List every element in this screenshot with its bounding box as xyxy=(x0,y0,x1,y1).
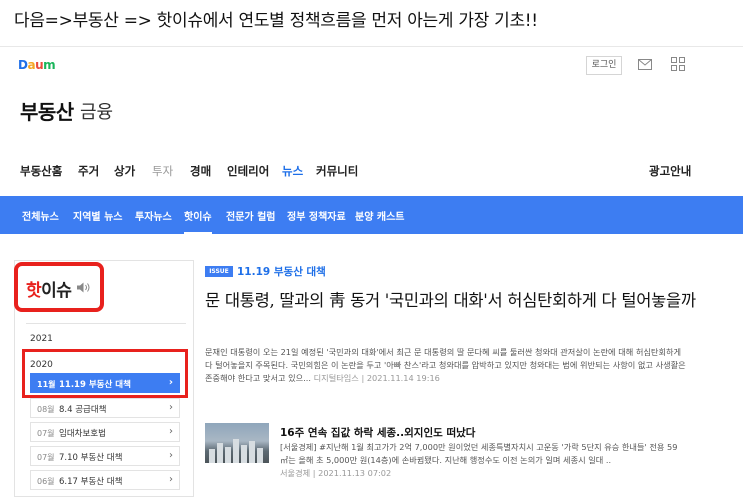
sub-article-date: 2021.11.13 07:02 xyxy=(318,468,392,478)
subnav-government-policy[interactable]: 정부 정책자료 xyxy=(287,208,346,223)
subnav-investment-news[interactable]: 투자뉴스 xyxy=(135,208,172,223)
subnav-hot-issue[interactable]: 핫이슈 xyxy=(184,208,212,234)
sub-article-title[interactable]: 16주 연속 집값 하락 세종..외지인도 떠났다 xyxy=(280,425,475,440)
article-thumbnail[interactable] xyxy=(205,423,269,463)
mail-icon[interactable] xyxy=(638,59,652,70)
article-source: 디지털타임스 xyxy=(313,373,359,383)
article-date: 2021.11.14 19:16 xyxy=(366,373,440,383)
issue-item-617[interactable]: 06월 6.17 부동산 대책 › xyxy=(30,470,180,490)
speaker-icon xyxy=(77,282,90,293)
hot-issue-title: 핫이슈 xyxy=(26,281,72,301)
chevron-right-icon: › xyxy=(168,377,173,388)
subnav-sale-cast[interactable]: 분양 캐스트 xyxy=(355,208,404,223)
nav-item-housing[interactable]: 주거 xyxy=(78,163,99,179)
sub-nav: 전체뉴스 지역별 뉴스 투자뉴스 핫이슈 전문가 컬럼 정부 정책자료 분양 캐… xyxy=(0,196,743,234)
divider xyxy=(26,323,186,324)
daum-logo[interactable]: Daum xyxy=(18,58,56,72)
issue-item-1119[interactable]: 11월 11.19 부동산 대책 › xyxy=(30,373,180,393)
main-nav: 부동산홈 주거 상가 투자 경매 인테리어 뉴스 커뮤니티 광고안내 xyxy=(0,158,743,186)
top-bar: Daum 로그인 xyxy=(0,46,743,82)
nav-item-community[interactable]: 커뮤니티 xyxy=(316,163,358,179)
nav-item-interior[interactable]: 인테리어 xyxy=(227,163,269,179)
caption-text: 다음=>부동산 => 핫이슈에서 연도별 정책흐름을 먼저 아는게 가장 기초!… xyxy=(14,11,538,31)
issue-item-710[interactable]: 07월 7.10 부동산 대책 › xyxy=(30,446,180,466)
chevron-right-icon: › xyxy=(169,450,173,461)
issue-badge: ISSUE xyxy=(205,266,233,277)
article-category[interactable]: 11.19 부동산 대책 xyxy=(237,264,326,279)
subnav-regional-news[interactable]: 지역별 뉴스 xyxy=(73,208,122,223)
chevron-right-icon: › xyxy=(169,426,173,437)
year-2020[interactable]: 2020 xyxy=(30,360,53,370)
issue-item-84[interactable]: 08월 8.4 공급대책 › xyxy=(30,398,180,418)
login-button[interactable]: 로그인 xyxy=(586,56,622,75)
nav-item-investment[interactable]: 투자 xyxy=(152,163,173,179)
sub-article-lede[interactable]: [서울경제] #지난해 1월 최고가가 2억 7,000만 원이었던 세종특별자… xyxy=(280,441,685,480)
brand-title[interactable]: 부동산 xyxy=(20,96,74,125)
nav-item-news[interactable]: 뉴스 xyxy=(282,163,303,179)
year-2021[interactable]: 2021 xyxy=(30,334,53,344)
subnav-expert-column[interactable]: 전문가 컬럼 xyxy=(226,208,275,223)
issue-item-lease[interactable]: 07월 임대차보호법 › xyxy=(30,422,180,442)
brand-sub-title[interactable]: 금융 xyxy=(80,98,113,124)
nav-item-auction[interactable]: 경매 xyxy=(190,163,211,179)
sub-article-source: 서울경제 xyxy=(280,468,311,478)
nav-item-commercial[interactable]: 상가 xyxy=(114,163,135,179)
ad-info-link[interactable]: 광고안내 xyxy=(649,163,691,179)
chevron-right-icon: › xyxy=(169,474,173,485)
subnav-all-news[interactable]: 전체뉴스 xyxy=(22,208,59,223)
grid-icon[interactable] xyxy=(671,57,685,71)
article-headline[interactable]: 문 대통령, 딸과의 靑 동거 '국민과의 대화'서 허심탄회하게 다 털어놓을… xyxy=(205,290,700,312)
chevron-right-icon: › xyxy=(169,402,173,413)
nav-item-home[interactable]: 부동산홈 xyxy=(20,163,62,179)
article-lede[interactable]: 문재인 대통령이 오는 21일 예정된 '국민과의 대화'에서 최근 문 대통령… xyxy=(205,346,690,385)
